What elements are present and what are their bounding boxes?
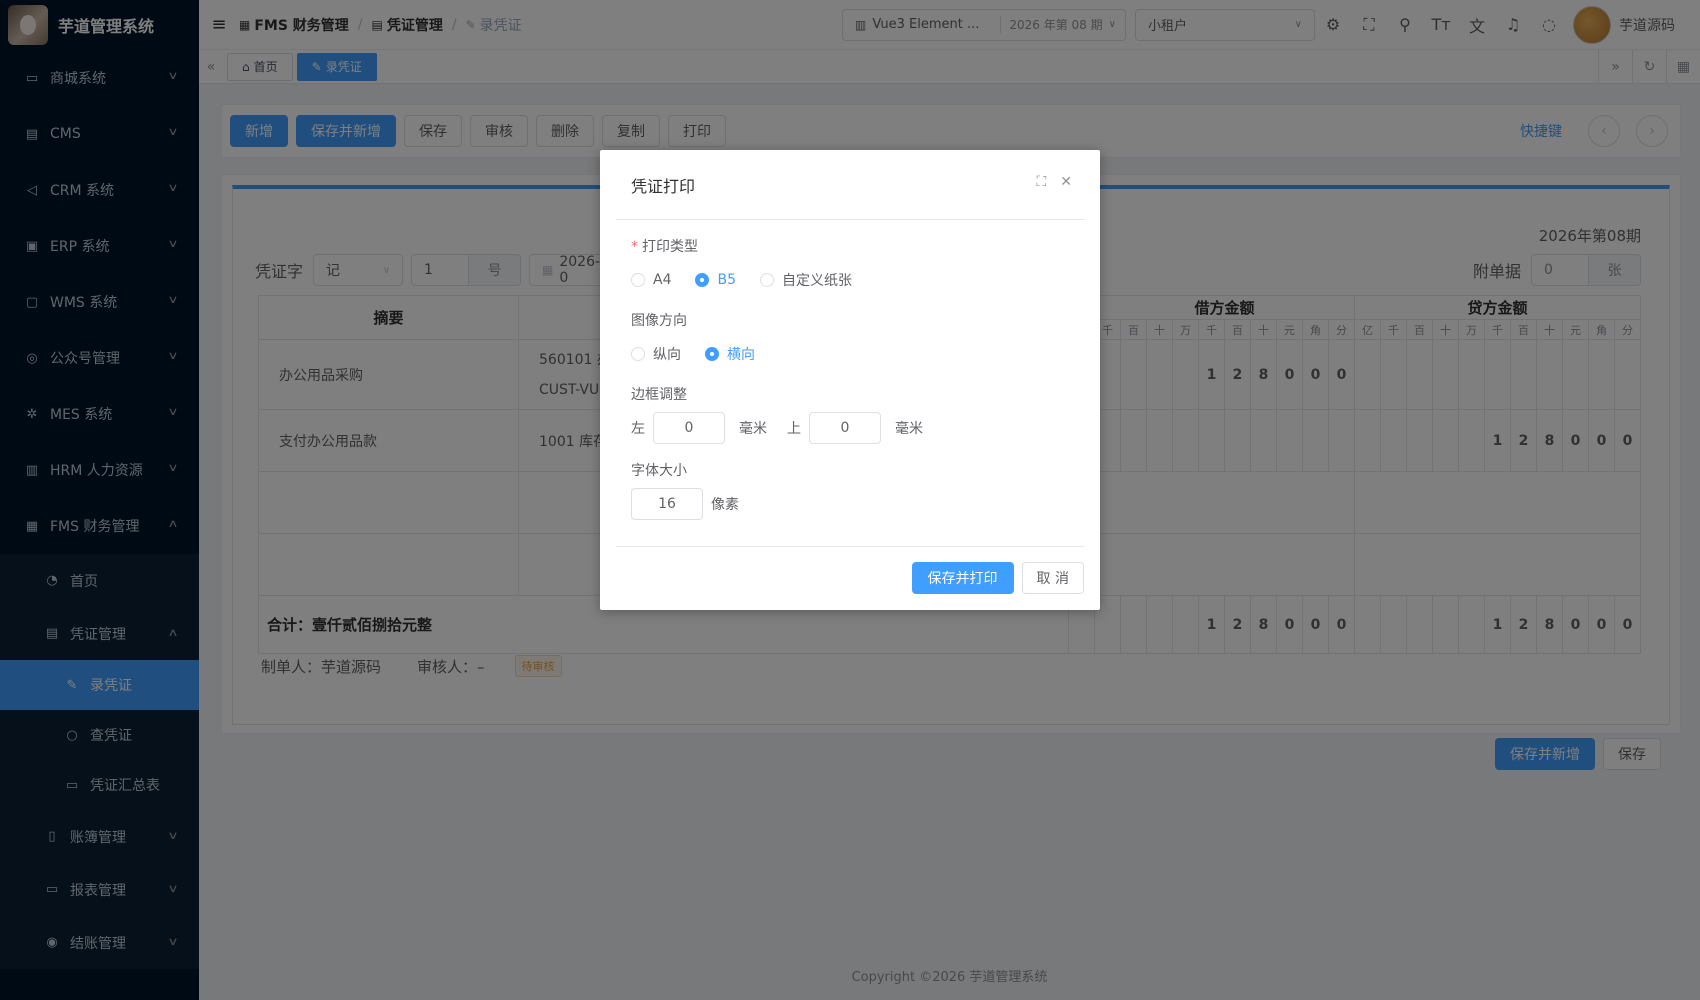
radio-label: 自定义纸张 [782,273,852,289]
print-type-label: * 打印类型 [631,236,1080,256]
top-label: 上 [787,421,801,437]
unit-mm: 毫米 [895,421,923,437]
radio-custom-paper[interactable]: 自定义纸张 [760,270,852,290]
radio-label: A4 [653,272,672,288]
radio-portrait[interactable]: 纵向 [631,344,681,364]
dialog-header: 凭证打印 ⛶ ✕ [600,150,1100,220]
radio-circle [705,347,719,361]
label-text: 打印类型 [642,239,698,255]
border-label: 边框调整 [631,387,687,403]
dialog-body: * 打印类型 A4 B5 自定义纸张 图像方向 纵向 横向 边框调整 左 0 毫米… [631,236,1080,520]
top-margin-input[interactable]: 0 [809,412,881,444]
orientation-radio-group: 纵向 横向 [631,344,1080,364]
fullscreen-icon[interactable]: ⛶ [1036,174,1046,190]
dialog-title: 凭证打印 [631,177,696,196]
radio-b5[interactable]: B5 [695,272,736,288]
radio-circle [631,347,645,361]
dialog-divider [616,546,1084,547]
save-and-print-button[interactable]: 保存并打印 [911,562,1014,594]
radio-label: 横向 [727,347,755,363]
print-type-radio-group: A4 B5 自定义纸张 [631,270,1080,290]
radio-landscape[interactable]: 横向 [705,344,755,364]
font-size-row: 16 像素 [631,488,1080,520]
unit-mm: 毫米 [739,421,767,437]
radio-label: 纵向 [653,347,681,363]
radio-a4[interactable]: A4 [631,272,671,288]
left-margin-input[interactable]: 0 [653,412,725,444]
radio-circle [760,273,774,287]
radio-label: B5 [717,272,736,288]
font-size-input[interactable]: 16 [631,488,703,520]
unit-px: 像素 [711,497,739,513]
orientation-label: 图像方向 [631,313,687,329]
required-mark: * [631,239,638,255]
dialog-header-actions: ⛶ ✕ [1036,174,1072,190]
border-inputs: 左 0 毫米 上 0 毫米 [631,412,1080,444]
font-size-label: 字体大小 [631,463,687,479]
print-dialog: 凭证打印 ⛶ ✕ * 打印类型 A4 B5 自定义纸张 图像方向 纵向 横向 边框… [600,150,1100,610]
close-icon[interactable]: ✕ [1060,174,1072,190]
dialog-divider [616,219,1084,220]
radio-circle [695,273,710,287]
cancel-button[interactable]: 取 消 [1021,562,1084,594]
radio-circle [631,273,645,287]
dialog-footer: 保存并打印 取 消 [911,562,1084,594]
left-label: 左 [631,421,645,437]
